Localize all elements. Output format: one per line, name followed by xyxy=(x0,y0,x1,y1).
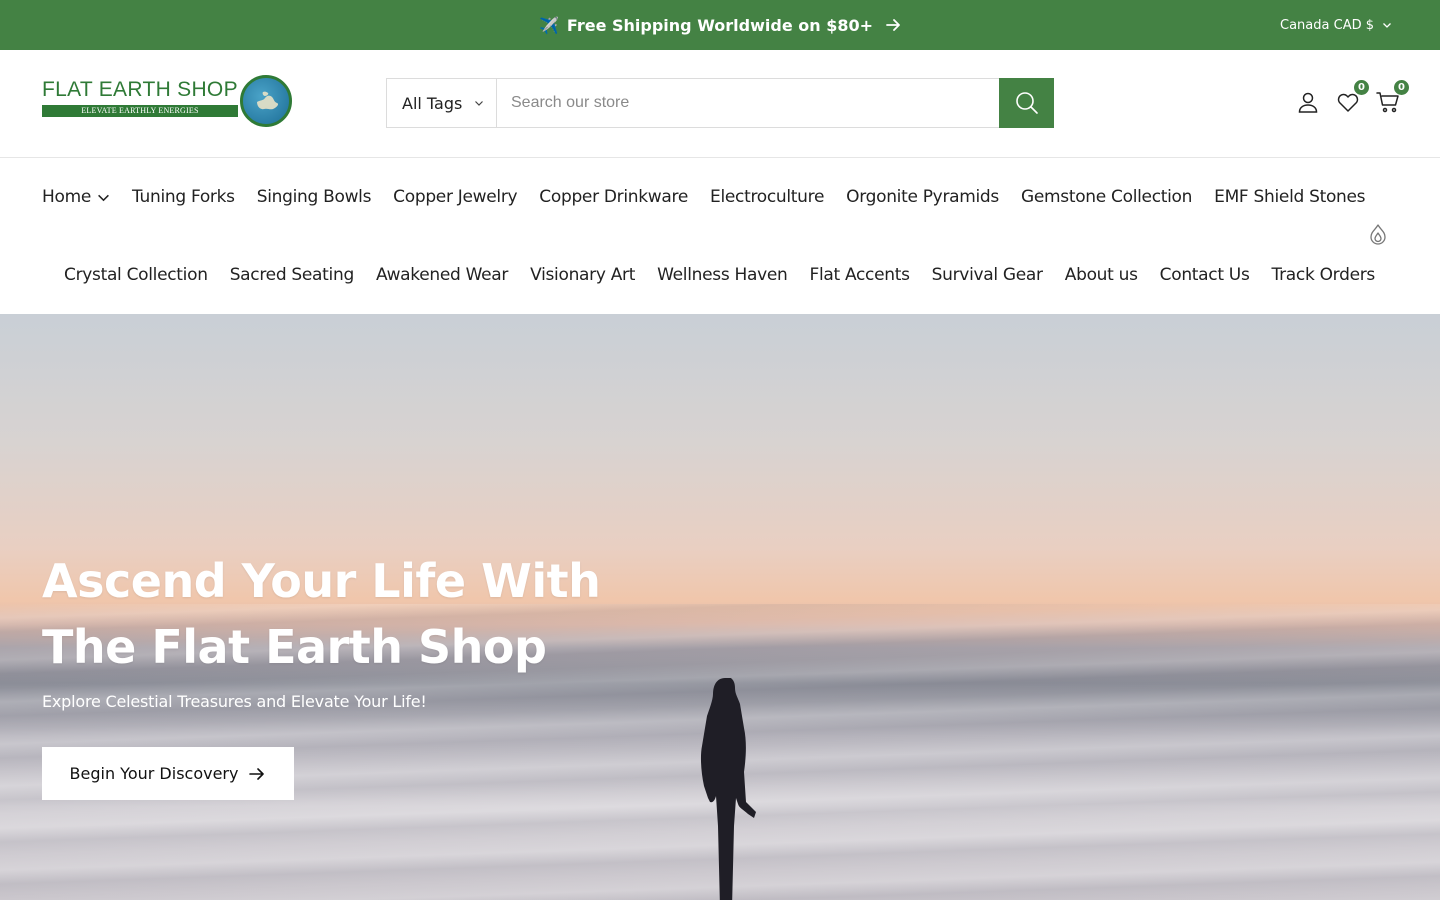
begin-discovery-button[interactable]: Begin Your Discovery xyxy=(42,747,294,800)
airplane-icon: ✈️ xyxy=(539,15,559,35)
flame-icon[interactable] xyxy=(1368,224,1388,246)
nav-item-contact-us[interactable]: Contact Us xyxy=(1160,265,1250,285)
nav-item-crystal-collection[interactable]: Crystal Collection xyxy=(64,265,208,285)
hero-title: Ascend Your Life With The Flat Earth Sho… xyxy=(42,548,662,680)
header-icons: 0 0 xyxy=(1296,79,1410,116)
cart-count-badge: 0 xyxy=(1393,79,1410,96)
announcement-link[interactable]: ✈️ Free Shipping Worldwide on $80+ xyxy=(0,0,1440,50)
user-icon xyxy=(1298,92,1318,113)
logo-globe-icon xyxy=(240,75,292,127)
nav-item-visionary-art[interactable]: Visionary Art xyxy=(530,265,635,285)
hero-title-line-1: Ascend Your Life With xyxy=(42,554,601,608)
nav-item-home[interactable]: Home xyxy=(42,187,110,207)
nav-item-about-us[interactable]: About us xyxy=(1065,265,1138,285)
nav-item-singing-bowls[interactable]: Singing Bowls xyxy=(257,187,372,207)
nav-row-2: Crystal Collection Sacred Seating Awaken… xyxy=(64,255,1375,295)
currency-label: Canada CAD $ xyxy=(1280,17,1374,33)
nav-item-wellness-haven[interactable]: Wellness Haven xyxy=(657,265,788,285)
nav-item-emf-shield-stones[interactable]: EMF Shield Stones xyxy=(1214,187,1365,207)
account-button[interactable] xyxy=(1296,88,1320,116)
search-category-select[interactable]: All Tags xyxy=(387,79,497,127)
nav-item-awakened-wear[interactable]: Awakened Wear xyxy=(376,265,508,285)
nav-item-electroculture[interactable]: Electroculture xyxy=(710,187,824,207)
search-bar: All Tags xyxy=(386,78,1054,128)
hero-person-silhouette xyxy=(700,678,756,900)
search-input[interactable] xyxy=(497,79,999,127)
nav-item-gemstone-collection[interactable]: Gemstone Collection xyxy=(1021,187,1192,207)
arrow-right-icon xyxy=(249,767,265,780)
nav-item-track-orders[interactable]: Track Orders xyxy=(1272,265,1376,285)
site-header: FLAT EARTH SHOP ELEVATE EARTHLY ENERGIES… xyxy=(0,50,1440,158)
cart-button[interactable]: 0 xyxy=(1376,79,1410,116)
wishlist-count-badge: 0 xyxy=(1353,79,1370,96)
nav-item-tuning-forks[interactable]: Tuning Forks xyxy=(132,187,235,207)
logo-tagline: ELEVATE EARTHLY ENERGIES xyxy=(42,105,238,117)
search-category-label: All Tags xyxy=(402,93,463,113)
wishlist-button[interactable]: 0 xyxy=(1336,79,1370,116)
nav-row-1: Home Tuning Forks Singing Bowls Copper J… xyxy=(42,177,1366,217)
logo-name: FLAT EARTH SHOP xyxy=(42,78,238,101)
site-logo[interactable]: FLAT EARTH SHOP ELEVATE EARTHLY ENERGIES xyxy=(42,74,294,128)
chevron-down-icon xyxy=(1383,23,1391,28)
hero-title-line-2: The Flat Earth Shop xyxy=(42,620,547,674)
chevron-down-icon xyxy=(98,194,109,201)
hero-banner: Ascend Your Life With The Flat Earth Sho… xyxy=(0,314,1440,900)
chevron-down-icon xyxy=(475,101,484,106)
main-navigation: Home Tuning Forks Singing Bowls Copper J… xyxy=(0,158,1440,314)
announcement-text: Free Shipping Worldwide on $80+ xyxy=(566,15,873,35)
nav-item-label: Home xyxy=(42,187,92,207)
nav-item-sacred-seating[interactable]: Sacred Seating xyxy=(230,265,355,285)
hero-button-label: Begin Your Discovery xyxy=(69,764,239,783)
arrow-right-icon xyxy=(886,19,900,31)
search-button[interactable] xyxy=(999,78,1054,128)
nav-item-copper-drinkware[interactable]: Copper Drinkware xyxy=(539,187,688,207)
nav-item-orgonite-pyramids[interactable]: Orgonite Pyramids xyxy=(846,187,999,207)
nav-item-copper-jewelry[interactable]: Copper Jewelry xyxy=(393,187,517,207)
nav-item-flat-accents[interactable]: Flat Accents xyxy=(809,265,909,285)
nav-item-survival-gear[interactable]: Survival Gear xyxy=(932,265,1043,285)
hero-subtitle: Explore Celestial Treasures and Elevate … xyxy=(42,692,427,711)
search-icon xyxy=(1015,92,1038,114)
announcement-bar: ✈️ Free Shipping Worldwide on $80+ Canad… xyxy=(0,0,1440,50)
currency-selector[interactable]: Canada CAD $ xyxy=(1280,0,1392,50)
